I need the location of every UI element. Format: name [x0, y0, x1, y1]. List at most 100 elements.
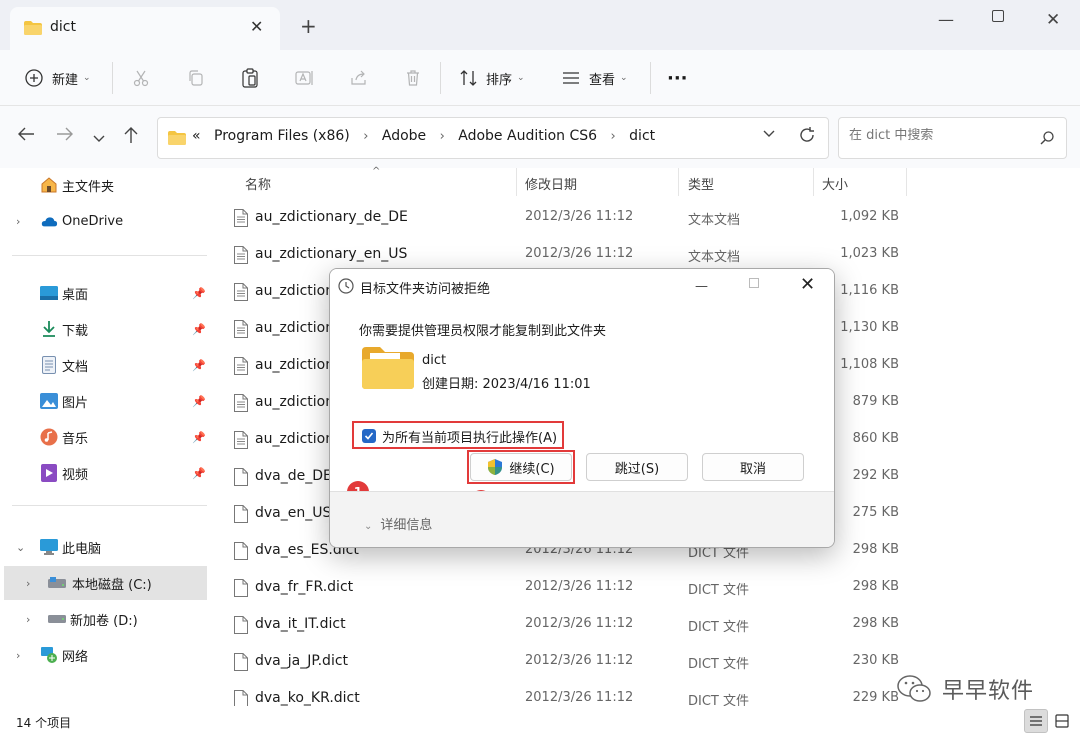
window-close-icon[interactable]: ✕ — [1046, 10, 1060, 30]
sidebar-item-pictures[interactable]: 图片 📌 — [0, 384, 207, 418]
maximize-icon[interactable] — [992, 10, 1004, 22]
tab-dict[interactable]: dict ✕ — [10, 7, 280, 50]
column-divider[interactable] — [516, 168, 517, 196]
sidebar-item-label: OneDrive — [62, 213, 124, 229]
breadcrumb-separator[interactable]: › — [440, 129, 445, 144]
column-divider[interactable] — [906, 168, 907, 196]
column-header-date[interactable]: 修改日期 — [525, 174, 577, 193]
sidebar-item-downloads[interactable]: 下载 📌 — [0, 312, 207, 346]
drive-d-icon — [48, 610, 66, 628]
column-header-size[interactable]: 大小 — [822, 174, 848, 193]
file-icon — [234, 616, 248, 638]
folder-icon — [168, 131, 186, 145]
dialog-title-bar: 目标文件夹访问被拒绝 — ✕ — [330, 269, 834, 303]
column-header-type[interactable]: 类型 — [688, 174, 714, 193]
continue-button[interactable]: 继续(C) — [470, 453, 572, 481]
video-icon — [40, 464, 58, 482]
file-row[interactable]: dva_it_IT.dict 2012/3/26 11:12 DICT 文件 298 … — [226, 608, 926, 642]
file-row[interactable]: dva_ja_JP.dict 2012/3/26 11:12 DICT 文件 230 … — [226, 645, 926, 679]
column-divider[interactable] — [678, 168, 679, 196]
expand-chevron-icon[interactable]: › — [26, 577, 30, 590]
cancel-button[interactable]: 取消 — [702, 453, 804, 481]
sidebar-item-desktop[interactable]: 桌面 📌 — [0, 276, 207, 310]
sidebar-item-drive-c[interactable]: › 本地磁盘 (C:) — [4, 566, 207, 600]
watermark-text: 早早软件 — [942, 679, 1035, 704]
sidebar-item-music[interactable]: 音乐 📌 — [0, 420, 207, 454]
file-name: au_zdiction — [255, 394, 335, 410]
sidebar-item-documents[interactable]: 文档 📌 — [0, 348, 207, 382]
rename-button[interactable] — [295, 64, 315, 92]
more-options-button[interactable]: ··· — [667, 64, 688, 92]
watermark: 早早软件 — [896, 672, 1034, 706]
breadcrumb-item[interactable]: dict — [629, 128, 655, 144]
apply-to-all-label[interactable]: 为所有当前项目执行此操作(A) — [382, 427, 557, 446]
toolbar-divider — [112, 62, 113, 94]
desktop-icon — [40, 284, 58, 302]
tiles-view-button[interactable] — [1050, 709, 1074, 733]
sort-button[interactable]: 排序 ⌄ — [459, 64, 525, 92]
search-icon[interactable] — [1039, 130, 1055, 150]
details-toggle[interactable]: ⌄ 详细信息 — [364, 514, 432, 533]
column-header-name[interactable]: 名称 — [245, 174, 271, 193]
breadcrumb-item[interactable]: Adobe — [382, 128, 426, 144]
sidebar-item-onedrive[interactable]: › OneDrive — [0, 204, 207, 238]
pin-icon[interactable]: 📌 — [192, 395, 206, 408]
search-box[interactable] — [838, 117, 1067, 159]
file-icon — [234, 653, 248, 675]
forward-arrow-icon[interactable] — [56, 126, 74, 147]
sidebar-item-home[interactable]: 主文件夹 — [0, 168, 207, 202]
copy-button[interactable] — [186, 64, 206, 92]
recent-chevron-icon[interactable] — [93, 128, 105, 149]
breadcrumb-separator[interactable]: › — [611, 129, 616, 144]
minimize-icon[interactable]: — — [938, 10, 954, 29]
skip-button[interactable]: 跳过(S) — [586, 453, 688, 481]
cut-button[interactable] — [131, 64, 151, 92]
share-button[interactable] — [349, 64, 369, 92]
pin-icon[interactable]: 📌 — [192, 287, 206, 300]
column-divider[interactable] — [813, 168, 814, 196]
delete-button[interactable] — [403, 64, 423, 92]
pin-icon[interactable]: 📌 — [192, 467, 206, 480]
breadcrumb-item[interactable]: Adobe Audition CS6 — [458, 128, 597, 144]
expand-chevron-icon[interactable]: › — [26, 613, 30, 626]
pin-icon[interactable]: 📌 — [192, 323, 206, 336]
up-arrow-icon[interactable] — [123, 126, 139, 149]
dialog-message: 你需要提供管理员权限才能复制到此文件夹 — [359, 324, 607, 339]
back-arrow-icon[interactable] — [17, 126, 35, 147]
sidebar-item-videos[interactable]: 视频 📌 — [0, 456, 207, 490]
pin-icon[interactable]: 📌 — [192, 431, 206, 444]
file-date: 2012/3/26 11:12 — [525, 653, 634, 668]
breadcrumb-overflow[interactable]: « — [192, 128, 201, 144]
dialog-close-icon[interactable]: ✕ — [800, 274, 815, 295]
file-name: dva_fr_FR.dict — [255, 579, 354, 595]
details-view-button[interactable] — [1024, 709, 1048, 733]
expand-chevron-icon[interactable]: › — [16, 649, 20, 662]
file-row[interactable]: au_zdictionary_en_US 2012/3/26 11:12 文本文档 1… — [226, 238, 926, 272]
expand-chevron-icon[interactable]: › — [16, 215, 20, 228]
address-bar[interactable]: « Program Files (x86) › Adobe › Adobe Au… — [157, 117, 829, 159]
text-file-icon — [234, 283, 248, 305]
tab-close-icon[interactable]: ✕ — [250, 17, 263, 36]
new-button[interactable]: 新建 ⌄ — [24, 64, 91, 92]
clipboard-icon — [240, 68, 260, 88]
file-size: 298 KB — [852, 579, 899, 594]
paste-button[interactable] — [240, 64, 260, 92]
view-button[interactable]: 查看 ⌄ — [561, 64, 628, 92]
pin-icon[interactable]: 📌 — [192, 359, 206, 372]
apply-to-all-checkbox[interactable] — [362, 429, 376, 443]
file-row[interactable]: dva_fr_FR.dict 2012/3/26 11:12 DICT 文件 298 … — [226, 571, 926, 605]
collapse-chevron-icon[interactable]: ⌄ — [16, 541, 25, 554]
file-row[interactable]: au_zdictionary_de_DE 2012/3/26 11:12 文本文档 1… — [226, 201, 926, 235]
search-input[interactable] — [849, 128, 1029, 143]
sidebar-item-this-pc[interactable]: ⌄ 此电脑 — [0, 530, 207, 564]
sidebar-item-network[interactable]: › 网络 — [0, 638, 207, 672]
new-tab-button[interactable]: + — [300, 16, 317, 36]
breadcrumb-separator[interactable]: › — [363, 129, 368, 144]
refresh-icon[interactable] — [798, 126, 816, 149]
details-label: 详细信息 — [380, 518, 433, 533]
new-button-label: 新建 — [52, 72, 79, 88]
breadcrumb-item[interactable]: Program Files (x86) — [214, 128, 350, 144]
dialog-minimize-icon[interactable]: — — [695, 279, 708, 294]
sidebar-item-drive-d[interactable]: › 新加卷 (D:) — [0, 602, 207, 636]
address-history-chevron-icon[interactable] — [763, 128, 775, 143]
